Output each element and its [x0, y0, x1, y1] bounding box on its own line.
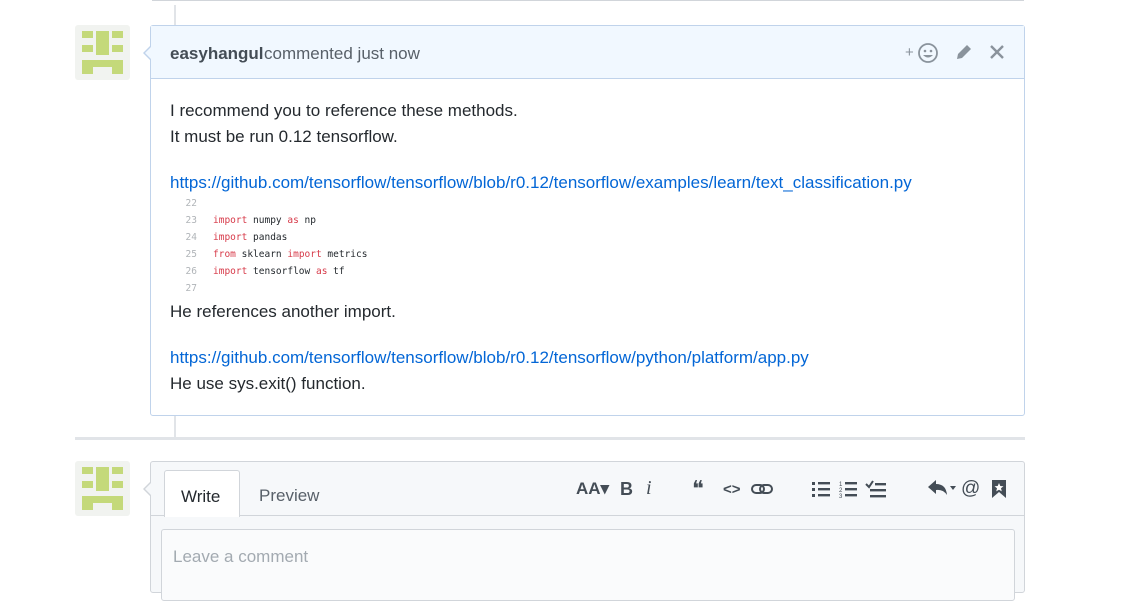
code-line: 26 import tensorflow as tf — [177, 266, 345, 283]
code-text: tf — [327, 266, 345, 277]
svg-text:3: 3 — [839, 494, 843, 498]
link-app-py[interactable]: https://github.com/tensorflow/tensorflow… — [170, 348, 809, 367]
line-number: 24 — [185, 232, 197, 243]
link-icon — [751, 484, 773, 494]
comment-header: easyhangul commented just now + — [151, 26, 1024, 79]
code-text: sklearn — [235, 249, 288, 260]
list-unordered-icon — [812, 482, 830, 497]
comment-timestamp: commented just now — [264, 44, 420, 63]
comment-text-line: He use sys.exit() function. — [170, 374, 366, 393]
mention-button[interactable]: @ — [961, 478, 980, 500]
comment-placeholder: Leave a comment — [173, 547, 309, 566]
line-number: 25 — [185, 249, 197, 260]
code-keyword: import — [287, 249, 322, 260]
line-number: 22 — [185, 198, 197, 209]
link-button[interactable] — [751, 480, 773, 503]
top-divider — [152, 0, 1024, 1]
code-keyword: import — [213, 232, 248, 243]
tabbar-divider — [151, 515, 1024, 516]
bold-button[interactable]: B — [620, 479, 633, 500]
heading-button[interactable]: AA▾ — [576, 479, 609, 499]
comment-editor: Write Preview AA▾ B i ❝ <> 123 @ Leave a… — [143, 461, 1025, 601]
bookmark-icon — [992, 480, 1006, 498]
italic-button[interactable]: i — [646, 477, 652, 500]
timeline-line-top — [174, 5, 176, 25]
line-number: 26 — [185, 266, 197, 277]
code-line: 23 import numpy as np — [177, 215, 316, 232]
tab-write[interactable]: Write — [164, 470, 240, 517]
code-keyword: as — [287, 215, 299, 226]
pencil-icon[interactable] — [954, 42, 974, 67]
comment-text-line: It must be run 0.12 tensorflow. — [170, 127, 398, 146]
numbered-list-button[interactable]: 123 — [839, 480, 857, 503]
code-text: metrics — [321, 249, 368, 260]
code-line: 25 from sklearn import metrics — [177, 249, 368, 266]
link-text-classification[interactable]: https://github.com/tensorflow/tensorflow… — [170, 173, 912, 192]
task-list-button[interactable] — [865, 480, 887, 503]
code-keyword: import — [213, 215, 248, 226]
avatar[interactable] — [75, 25, 130, 80]
code-text: np — [298, 215, 316, 226]
code-text: pandas — [247, 232, 288, 243]
timeline-line-bottom — [174, 415, 176, 437]
tab-write-label: Write — [181, 487, 221, 506]
code-line: 24 import pandas — [177, 232, 288, 249]
code-keyword: from — [213, 249, 236, 260]
close-icon[interactable] — [988, 42, 1006, 67]
comment-textarea[interactable]: Leave a comment — [161, 529, 1015, 601]
tab-preview[interactable]: Preview — [259, 486, 319, 506]
reply-button[interactable] — [927, 479, 957, 504]
line-number: 27 — [185, 283, 197, 294]
reply-icon — [928, 480, 956, 495]
add-reaction-icon[interactable]: + — [905, 42, 939, 69]
code-keyword: import — [213, 266, 248, 277]
avatar[interactable] — [75, 461, 130, 516]
tasklist-icon — [865, 480, 886, 498]
comment-text-line: I recommend you to reference these metho… — [170, 101, 518, 120]
comment-box: easyhangul commented just now + I recomm… — [143, 25, 1025, 416]
code-text: tensorflow — [247, 266, 316, 277]
identicon-icon — [82, 31, 123, 74]
code-text: numpy — [247, 215, 288, 226]
code-keyword: as — [315, 266, 328, 277]
comment-text-line: He references another import. — [170, 302, 396, 321]
svg-text:+: + — [905, 44, 914, 61]
saved-reply-button[interactable] — [991, 479, 1007, 504]
bulleted-list-button[interactable] — [812, 480, 830, 503]
identicon-icon — [82, 467, 123, 510]
line-number: 23 — [185, 215, 197, 226]
code-button[interactable]: <> — [723, 481, 741, 498]
quote-button[interactable]: ❝ — [692, 476, 704, 502]
section-divider — [75, 437, 1025, 440]
code-line: 27 — [177, 283, 213, 300]
comment-author[interactable]: easyhangul — [170, 44, 264, 64]
list-ordered-icon: 123 — [839, 482, 857, 500]
code-line: 22 — [177, 198, 213, 215]
